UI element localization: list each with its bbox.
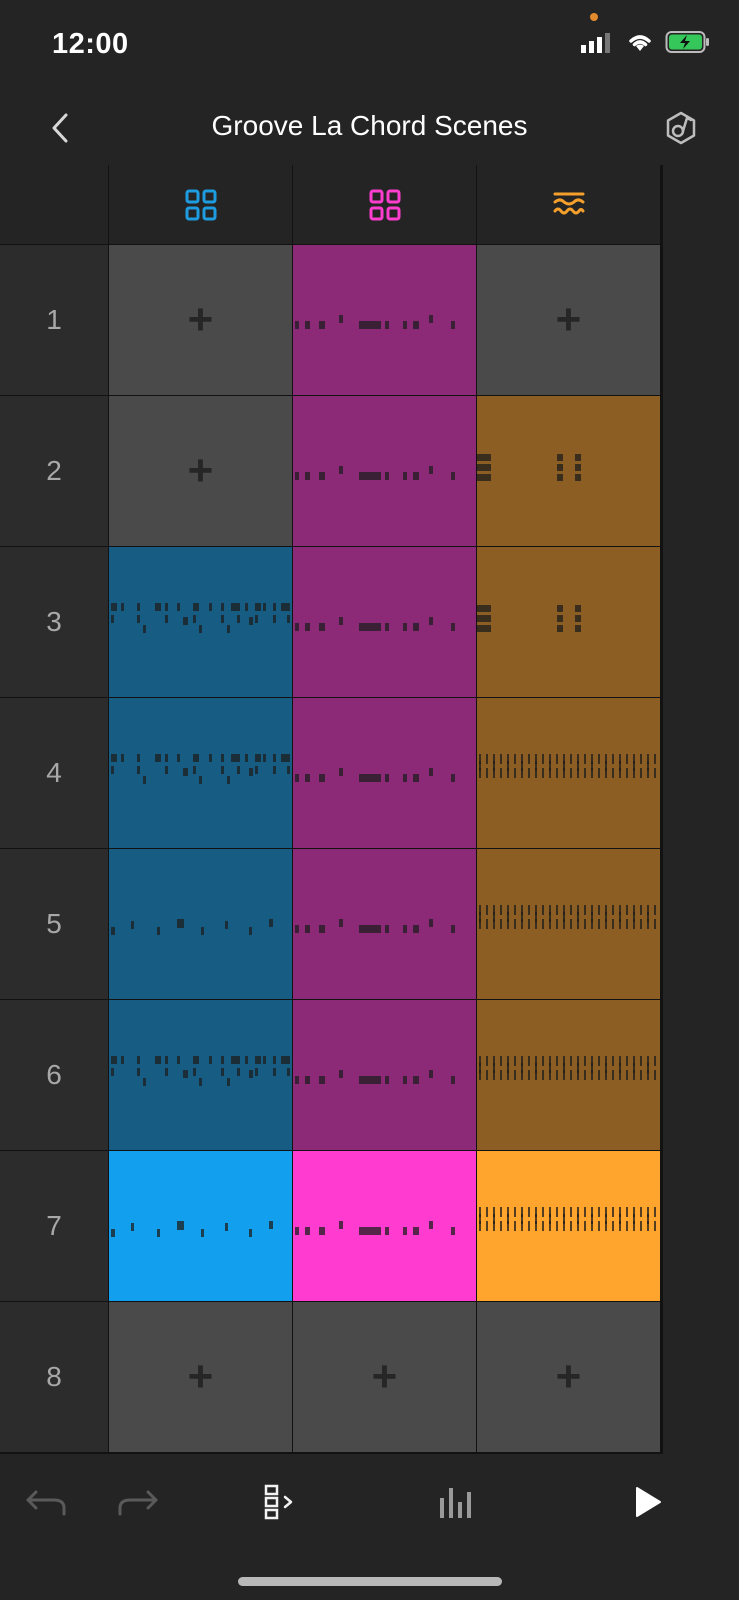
clip-blue[interactable] — [109, 698, 292, 848]
scene-label[interactable]: 4 — [0, 698, 108, 848]
mixer-icon — [440, 1488, 471, 1518]
track-header-2[interactable] — [293, 165, 476, 244]
add-clip-button[interactable]: + — [293, 1302, 476, 1452]
clip-pink[interactable] — [293, 698, 476, 848]
scene-label[interactable]: 1 — [0, 245, 108, 395]
scene-number: 1 — [46, 304, 62, 335]
clip-pink[interactable] — [293, 245, 476, 395]
play-icon — [636, 1487, 661, 1517]
wifi-icon — [625, 31, 655, 58]
scene-launch-button[interactable] — [253, 1474, 309, 1530]
track-header-3[interactable] — [477, 165, 660, 244]
note-pattern-preview — [111, 603, 290, 633]
add-clip-button[interactable]: + — [477, 1302, 660, 1452]
redo-icon — [118, 1490, 158, 1516]
clip-orange[interactable] — [477, 1151, 660, 1301]
mixer-button[interactable] — [429, 1474, 485, 1530]
track-header-1[interactable] — [109, 165, 292, 244]
track-header-corner — [0, 165, 108, 244]
status-time: 12:00 — [52, 28, 129, 60]
scene-number: 4 — [46, 757, 62, 788]
note-pattern-preview — [295, 768, 455, 782]
undo-icon — [26, 1490, 66, 1516]
battery-charging-icon — [665, 30, 711, 59]
clip-orange[interactable] — [477, 547, 660, 697]
clip-pink[interactable] — [293, 396, 476, 546]
grid-empty-column — [663, 165, 739, 1454]
privacy-indicator-dot — [590, 13, 598, 21]
nav-bar: Groove La Chord Scenes — [0, 90, 739, 165]
scene-number: 6 — [46, 1059, 62, 1090]
clip-blue[interactable] — [109, 1151, 292, 1301]
note-pattern-preview — [111, 754, 290, 784]
note-pattern-preview — [295, 466, 455, 480]
scene-label[interactable]: 5 — [0, 849, 108, 999]
scene-number: 7 — [46, 1210, 62, 1241]
clip-pink[interactable] — [293, 1151, 476, 1301]
add-clip-button[interactable]: + — [109, 396, 292, 546]
clip-pink[interactable] — [293, 1000, 476, 1150]
scene-number: 5 — [46, 908, 62, 939]
note-pattern-preview — [479, 1056, 656, 1080]
plus-icon: + — [187, 1352, 214, 1401]
plus-icon: + — [187, 295, 214, 344]
scene-launch-icon — [264, 1484, 293, 1520]
note-pattern-preview — [295, 1070, 455, 1084]
scene-number: 8 — [46, 1361, 62, 1392]
song-settings-icon — [666, 111, 696, 145]
note-pattern-preview — [477, 605, 581, 632]
status-icons — [581, 30, 711, 59]
add-clip-button[interactable]: + — [109, 1302, 292, 1452]
note-pattern-preview — [479, 754, 656, 778]
undo-button[interactable] — [18, 1474, 74, 1530]
plus-icon: + — [187, 446, 214, 495]
redo-button[interactable] — [110, 1474, 166, 1530]
clip-orange[interactable] — [477, 698, 660, 848]
drum-grid-icon — [369, 189, 400, 220]
waveform-icon — [553, 192, 584, 214]
clip-grid: 1 + +2 +3 4 5 6 7 8 + + + — [0, 165, 739, 1454]
note-pattern-preview — [295, 315, 455, 329]
scene-label[interactable]: 3 — [0, 547, 108, 697]
clip-pink[interactable] — [293, 547, 476, 697]
clip-orange[interactable] — [477, 1000, 660, 1150]
plus-icon: + — [555, 1352, 582, 1401]
page-title: Groove La Chord Scenes — [211, 110, 528, 141]
note-pattern-preview — [111, 1221, 273, 1237]
home-indicator — [238, 1577, 502, 1586]
clip-orange[interactable] — [477, 396, 660, 546]
song-settings-button[interactable] — [661, 108, 701, 148]
add-clip-button[interactable]: + — [109, 245, 292, 395]
clip-pink[interactable] — [293, 849, 476, 999]
note-pattern-preview — [111, 919, 273, 935]
plus-icon: + — [555, 295, 582, 344]
scene-label[interactable]: 8 — [0, 1302, 108, 1452]
note-pattern-preview — [295, 1221, 455, 1235]
cellular-signal-icon — [581, 31, 615, 58]
scene-label[interactable]: 7 — [0, 1151, 108, 1301]
plus-icon: + — [371, 1352, 398, 1401]
add-clip-button[interactable]: + — [477, 245, 660, 395]
scene-number: 3 — [46, 606, 62, 637]
clip-blue[interactable] — [109, 849, 292, 999]
clip-blue[interactable] — [109, 547, 292, 697]
note-pattern-preview — [111, 1056, 290, 1086]
drum-grid-icon — [185, 189, 216, 220]
scene-label[interactable]: 6 — [0, 1000, 108, 1150]
note-pattern-preview — [295, 617, 455, 631]
clip-blue[interactable] — [109, 1000, 292, 1150]
status-bar: 12:00 — [0, 0, 739, 90]
note-pattern-preview — [479, 1207, 656, 1231]
note-pattern-preview — [295, 919, 455, 933]
note-pattern-preview — [479, 905, 656, 929]
scene-label[interactable]: 2 — [0, 396, 108, 546]
clip-orange[interactable] — [477, 849, 660, 999]
note-pattern-preview — [477, 454, 581, 481]
play-button[interactable] — [620, 1474, 676, 1530]
scene-number: 2 — [46, 455, 62, 486]
